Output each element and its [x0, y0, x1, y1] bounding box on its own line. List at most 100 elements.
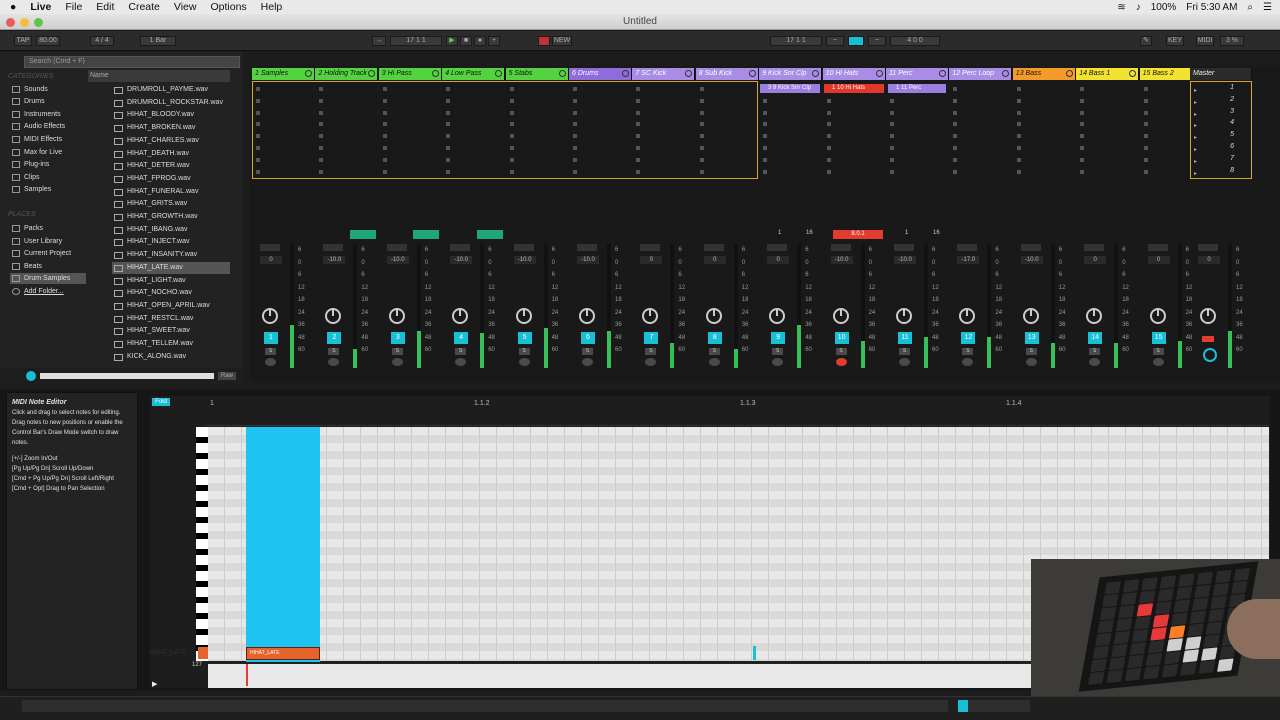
send-field[interactable]	[386, 244, 407, 251]
solo-button[interactable]: S	[518, 348, 530, 355]
loop-start[interactable]: 17 1 1	[770, 36, 822, 46]
track-header[interactable]: 8 Sub Kick	[695, 68, 759, 80]
volume-field[interactable]: -10.0	[450, 256, 473, 264]
follow-icon[interactable]: →	[372, 36, 386, 46]
add-folder-link[interactable]: Add Folder...	[10, 286, 86, 297]
solo-button[interactable]: S	[645, 348, 657, 355]
place-packs[interactable]: Packs	[10, 223, 86, 234]
file-item[interactable]: HIHAT_SWEET.wav	[112, 325, 230, 338]
scene-launch[interactable]: 6	[1224, 143, 1234, 150]
track-fold-icon[interactable]	[368, 70, 376, 77]
clip-slot-stop-button[interactable]	[1143, 98, 1148, 103]
clip-slot-stop-button[interactable]	[1016, 122, 1021, 127]
place-drum-samples[interactable]: Drum Samples	[10, 273, 86, 284]
arm-button[interactable]	[835, 358, 847, 366]
track-header[interactable]: 3 Hi Pass	[378, 68, 442, 80]
menu-edit[interactable]: Edit	[96, 1, 114, 13]
clip-slot-stop-button[interactable]	[1016, 146, 1021, 150]
clip-slot-stop-button[interactable]	[826, 169, 831, 174]
loop-switch[interactable]	[848, 36, 864, 46]
track-activator[interactable]: 9	[771, 332, 786, 344]
pan-knob[interactable]	[388, 308, 405, 324]
solo-button[interactable]: S	[1152, 348, 1164, 355]
file-item[interactable]: DRUMROLL_ROCKSTAR.wav	[112, 97, 230, 110]
arm-button[interactable]	[1152, 358, 1164, 366]
preview-toggle[interactable]	[26, 371, 36, 381]
file-item[interactable]: HIHAT_RESTCL.wav	[112, 313, 230, 326]
clip-slot-stop-button[interactable]	[1016, 169, 1021, 174]
pan-knob[interactable]	[579, 308, 595, 324]
clip-slot-stop-button[interactable]	[826, 146, 831, 150]
track-fold-icon[interactable]	[431, 70, 439, 77]
scene-play-icon[interactable]: ▸	[1194, 122, 1197, 129]
send-field[interactable]	[1020, 244, 1041, 251]
track-header[interactable]: 7 SC Kick	[632, 68, 696, 80]
menu-create[interactable]: Create	[128, 1, 160, 13]
track-header[interactable]: 6 Drums	[569, 68, 632, 80]
clip-slot-stop-button[interactable]	[826, 134, 831, 139]
volume-field[interactable]: -10.0	[386, 256, 409, 264]
fold-button[interactable]: Fold	[152, 398, 170, 406]
time-signature[interactable]: 4 / 4	[90, 36, 114, 46]
solo-button[interactable]: S	[391, 348, 403, 355]
clip-slot-stop-button[interactable]	[1143, 169, 1148, 174]
arm-button[interactable]	[962, 358, 974, 366]
solo-button[interactable]: S	[1089, 348, 1101, 355]
track-fold-icon[interactable]	[748, 70, 756, 77]
pan-knob[interactable]	[959, 308, 976, 324]
zoom-button[interactable]	[34, 18, 43, 27]
solo-button[interactable]: S	[582, 348, 593, 355]
track-header[interactable]: 9 Kick Snr Clp	[759, 68, 823, 80]
pan-knob[interactable]	[1086, 308, 1103, 324]
send-field[interactable]	[957, 244, 978, 251]
pan-knob[interactable]	[896, 308, 912, 324]
clip-slot-stop-button[interactable]	[953, 157, 958, 162]
clock[interactable]: Fri 5:30 AM	[1186, 2, 1237, 13]
scene-play-icon[interactable]: ▸	[1194, 134, 1197, 141]
punch-out-icon[interactable]: ~	[868, 36, 886, 46]
clip-slot-stop-button[interactable]	[890, 146, 894, 150]
clip-slot-stop-button[interactable]	[890, 169, 894, 174]
scene-launch[interactable]: 5	[1224, 131, 1234, 138]
track-header[interactable]: 12 Perc Loop	[949, 68, 1013, 80]
arm-button[interactable]	[265, 358, 276, 366]
wifi-icon[interactable]: ≋	[1117, 2, 1125, 13]
clip-slot-stop-button[interactable]	[953, 87, 958, 91]
pan-knob[interactable]	[325, 308, 342, 324]
arm-button[interactable]	[328, 358, 340, 366]
clip-slot-stop-button[interactable]	[1016, 98, 1021, 103]
clip-slot-stop-button[interactable]	[1143, 134, 1148, 139]
track-activator[interactable]: 8	[707, 332, 722, 344]
volume-field[interactable]: -17.0	[957, 256, 980, 264]
send-field[interactable]	[450, 244, 471, 251]
category-audio-effects[interactable]: Audio Effects	[10, 121, 86, 132]
arm-button[interactable]	[899, 358, 910, 366]
battery-status[interactable]: 100%	[1151, 2, 1177, 13]
pan-knob[interactable]	[452, 308, 469, 324]
scene-launch[interactable]: 8	[1224, 167, 1234, 174]
clip-slot-stop-button[interactable]	[1143, 146, 1148, 150]
clip-slot-stop-button[interactable]	[763, 122, 768, 127]
play-icon[interactable]: ▶	[152, 680, 157, 688]
record-icon[interactable]: ●	[474, 36, 486, 46]
category-midi-effects[interactable]: MIDI Effects	[10, 134, 86, 145]
clip-slot-stop-button[interactable]	[953, 110, 958, 115]
pan-knob[interactable]	[515, 308, 532, 324]
file-item[interactable]: HIHAT_BLOODY.wav	[112, 109, 230, 122]
category-samples[interactable]: Samples	[10, 184, 86, 195]
arm-button[interactable]	[455, 358, 467, 366]
track-header[interactable]: 2 Holding Track	[315, 68, 379, 80]
clip-slot-stop-button[interactable]	[1143, 157, 1148, 162]
file-item[interactable]: HIHAT_LIGHT.wav	[112, 275, 230, 288]
track-header[interactable]: 4 Low Pass	[442, 68, 506, 80]
arm-button[interactable]	[391, 358, 403, 366]
track-fold-icon[interactable]	[685, 70, 693, 77]
close-button[interactable]	[6, 18, 15, 27]
pan-knob[interactable]	[642, 308, 659, 324]
track-fold-icon[interactable]	[495, 70, 503, 77]
file-item[interactable]: KICK_ALONG.wav	[112, 351, 230, 364]
track-activator[interactable]: 10	[834, 332, 849, 344]
send-field[interactable]	[1084, 244, 1105, 251]
track-activator[interactable]: 6	[581, 332, 595, 344]
menu-file[interactable]: File	[65, 1, 82, 13]
